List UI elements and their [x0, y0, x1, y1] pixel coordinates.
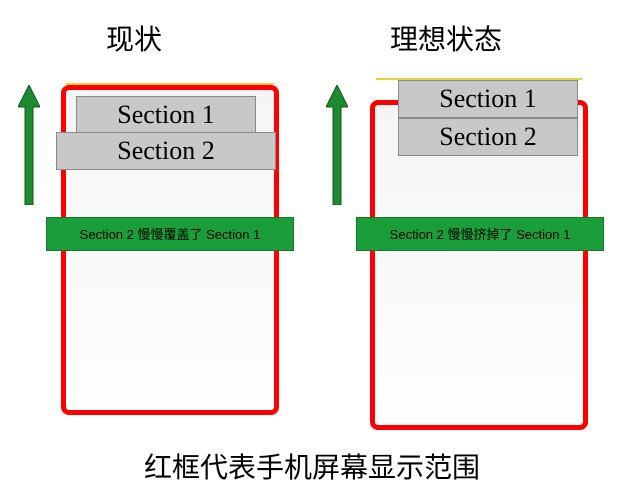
banner-cover-description: Section 2 慢慢覆盖了 Section 1	[46, 217, 294, 251]
up-arrow-icon	[326, 85, 348, 205]
title-current-state: 现状	[106, 18, 162, 58]
section-2-current: Section 2	[56, 132, 276, 170]
section-1-ideal: Section 1	[398, 80, 578, 118]
up-arrow-icon	[18, 85, 40, 205]
title-ideal-state: 理想状态	[390, 18, 502, 58]
banner-push-description: Section 2 慢慢挤掉了 Section 1	[356, 217, 604, 251]
section-1-current: Section 1	[76, 96, 256, 134]
section-2-ideal: Section 2	[398, 118, 578, 156]
diagram-caption: 红框代表手机屏幕显示范围	[0, 446, 624, 486]
